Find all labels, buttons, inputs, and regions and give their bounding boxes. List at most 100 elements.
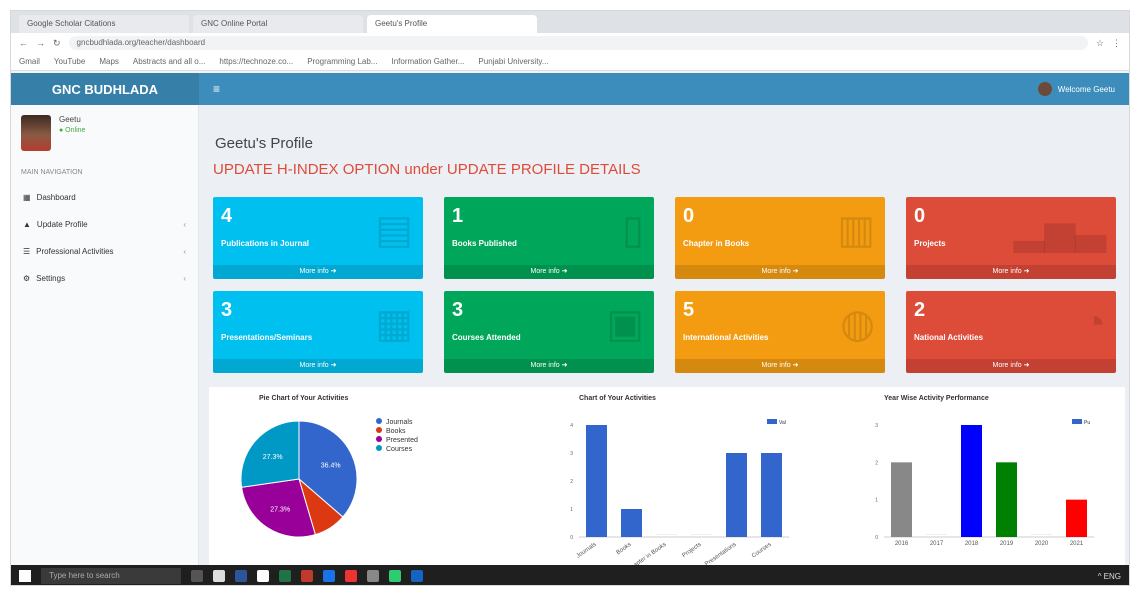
y-tick-label: 3	[875, 423, 878, 429]
browser-tab[interactable]: Google Scholar Citations	[19, 15, 189, 33]
document-icon: ▥	[837, 208, 875, 252]
powerpoint-icon[interactable]	[301, 570, 313, 582]
x-tick-label: Courses	[751, 542, 773, 560]
info-box-label: International Activities	[683, 333, 769, 342]
info-box: 0 Chapter in Books ▥ More info ➜	[675, 197, 885, 279]
y-tick-label: 1	[570, 507, 573, 513]
info-box: 4 Publications in Journal ▤ More info ➜	[213, 197, 423, 279]
y-tick-label: 4	[570, 423, 573, 429]
bar	[726, 453, 747, 537]
x-tick-label: Books	[616, 542, 633, 556]
user-icon: ▲	[23, 220, 31, 229]
more-info-link[interactable]: More info ➜	[675, 359, 885, 373]
sidebar-item-label: Update Profile	[36, 220, 88, 229]
browser-tab[interactable]: GNC Online Portal	[193, 15, 363, 33]
bar	[1031, 534, 1052, 535]
info-box-label: Courses Attended	[452, 333, 521, 342]
sidebar-item-settings[interactable]: ⚙ Settings ‹	[11, 265, 198, 292]
bookmark[interactable]: YouTube	[54, 57, 85, 66]
info-box-count: 4	[221, 205, 233, 227]
info-box-label: Chapter in Books	[683, 239, 750, 248]
bookmark[interactable]: Gmail	[19, 57, 40, 66]
more-info-link[interactable]: More info ➜	[213, 359, 423, 373]
more-info-link[interactable]: More info ➜	[444, 265, 654, 279]
more-info-link[interactable]: More info ➜	[675, 265, 885, 279]
user-photo	[21, 115, 51, 151]
info-box-count: 3	[452, 299, 464, 321]
screenshot-frame: Google Scholar Citations GNC Online Port…	[10, 10, 1130, 586]
word-icon[interactable]	[235, 570, 247, 582]
more-info-link[interactable]: More info ➜	[906, 359, 1116, 373]
legend-label: Presented	[386, 437, 418, 444]
legend-swatch	[376, 436, 382, 442]
welcome-text: Welcome Geetu	[1057, 84, 1115, 94]
menu-toggle-icon[interactable]: ≡	[213, 82, 220, 96]
user-menu[interactable]: Welcome Geetu	[1037, 82, 1115, 96]
windows-start-icon[interactable]	[19, 570, 31, 582]
x-tick-label: 2021	[1070, 541, 1084, 547]
pie-chart-icon: ◔	[1081, 301, 1106, 345]
info-box-count: 2	[914, 299, 926, 321]
info-box: 1 Books Published ▯ More info ➜	[444, 197, 654, 279]
mail-icon[interactable]	[213, 570, 225, 582]
main-content: Geetu's Profile UPDATE H-INDEX OPTION un…	[199, 105, 1129, 565]
bar-chart-icon: ▂▅▃	[1013, 208, 1106, 252]
bookmark[interactable]: Abstracts and all o...	[133, 57, 205, 66]
menu-dots-icon[interactable]: ⋮	[1112, 38, 1121, 49]
x-tick-label: 2016	[895, 541, 909, 547]
bookmark[interactable]: Programming Lab...	[307, 57, 377, 66]
info-box-label: Books Published	[452, 239, 517, 248]
excel-icon[interactable]	[279, 570, 291, 582]
back-icon[interactable]: ←	[19, 38, 28, 48]
app-icon[interactable]	[257, 570, 269, 582]
taskbar-search[interactable]: Type here to search	[41, 568, 181, 584]
info-box: 0 Projects ▂▅▃ More info ➜	[906, 197, 1116, 279]
url-field[interactable]: gncbudhlada.org/teacher/dashboard	[68, 36, 1088, 50]
sidebar-item-dashboard[interactable]: ▦ Dashboard	[11, 184, 198, 211]
info-box: 5 International Activities ◍ More info ➜	[675, 291, 885, 373]
keyboard-icon: ▦	[375, 302, 413, 346]
photos-icon[interactable]	[367, 570, 379, 582]
whatsapp-icon[interactable]	[389, 570, 401, 582]
sidebar-item-professional-activities[interactable]: ☰ Professional Activities ‹	[11, 238, 198, 265]
chrome-icon[interactable]	[323, 570, 335, 582]
bar	[961, 425, 982, 537]
y-tick-label: 1	[875, 498, 878, 504]
forward-icon[interactable]: →	[36, 38, 45, 48]
bookmark[interactable]: Punjabi University...	[478, 57, 548, 66]
sidebar: Geetu ● Online MAIN NAVIGATION ▦ Dashboa…	[11, 105, 199, 565]
clipboard-icon: ▣	[606, 302, 644, 346]
legend-swatch	[1072, 419, 1082, 424]
info-box-label: Publications in Journal	[221, 239, 310, 248]
sidebar-item-update-profile[interactable]: ▲ Update Profile ‹	[11, 211, 198, 238]
bookmark[interactable]: Information Gather...	[391, 57, 464, 66]
taskbar: Type here to search ^ ENG	[11, 565, 1129, 585]
star-icon[interactable]: ☆	[1096, 38, 1104, 49]
info-box-label: National Activities	[914, 333, 984, 342]
user-name: Geetu	[59, 115, 81, 124]
pie-slice-label: 27.3%	[270, 506, 290, 513]
more-info-link[interactable]: More info ➜	[213, 265, 423, 279]
charts-svg: 36.4% 27.3% 27.3% Journals Books Presented Cou…	[240, 418, 1094, 565]
store-icon[interactable]	[411, 570, 423, 582]
pie-slice-label: 36.4%	[321, 463, 341, 470]
book-icon: ▯	[621, 208, 644, 252]
task-view-icon[interactable]	[191, 570, 203, 582]
sidebar-item-label: Professional Activities	[36, 247, 114, 256]
brand-logo[interactable]: GNC BUDHLADA	[11, 73, 199, 105]
bookmark[interactable]: https://technoze.co...	[219, 57, 293, 66]
browser-tab-active[interactable]: Geetu's Profile	[367, 15, 537, 33]
opera-icon[interactable]	[345, 570, 357, 582]
dashboard-icon: ▦	[23, 193, 31, 202]
online-status: ● Online	[59, 127, 86, 134]
bar	[1066, 499, 1087, 537]
more-info-link[interactable]: More info ➜	[444, 359, 654, 373]
browser-tabs: Google Scholar Citations GNC Online Port…	[11, 11, 1129, 33]
globe-icon: ◍	[840, 302, 875, 346]
reload-icon[interactable]: ↻	[53, 38, 61, 49]
gear-icon: ⚙	[23, 274, 31, 283]
info-box-label: Projects	[914, 239, 946, 248]
bookmark[interactable]: Maps	[99, 57, 119, 66]
more-info-link[interactable]: More info ➜	[906, 265, 1116, 279]
system-tray[interactable]: ^ ENG	[1098, 572, 1121, 581]
